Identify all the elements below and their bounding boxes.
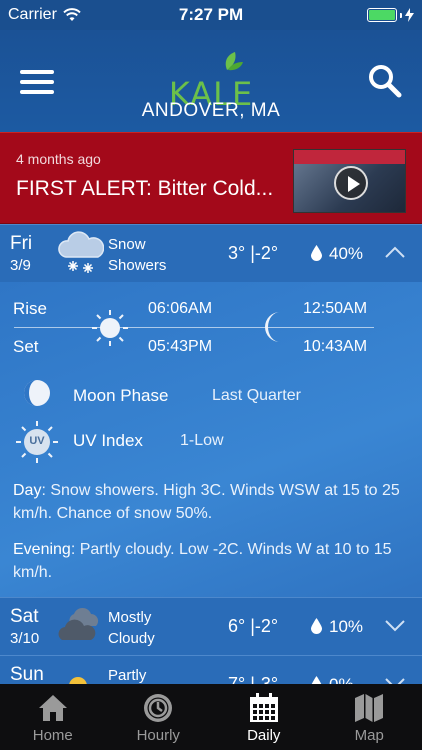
day-condition: Mostly Cloudy	[108, 609, 155, 647]
location-label: ANDOVER, MA	[141, 100, 281, 121]
day-condition: Snow Showers	[108, 236, 167, 274]
alert-title: FIRST ALERT: Bitter Cold...	[16, 177, 274, 200]
search-icon[interactable]	[368, 64, 402, 98]
day-temps: 6° |-2°	[228, 616, 279, 636]
tab-home[interactable]: Home	[0, 684, 106, 750]
tab-daily[interactable]: Daily	[211, 684, 317, 750]
moonset-time: 10:43AM	[303, 338, 368, 355]
set-label: Set	[13, 337, 39, 356]
chevron-up-icon[interactable]	[384, 245, 406, 259]
day-precip-chance: 40%	[329, 244, 364, 263]
day-condition: Partly	[108, 667, 147, 684]
tab-label: Map	[354, 727, 384, 744]
moon-phase-value: Last Quarter	[212, 387, 301, 404]
day-name: Sun	[10, 664, 44, 685]
clock-icon	[144, 694, 173, 722]
chevron-down-icon[interactable]	[384, 618, 406, 632]
tab-label: Daily	[247, 727, 281, 744]
tab-label: Hourly	[136, 727, 180, 744]
uv-icon: UV	[15, 420, 59, 464]
divider	[14, 327, 374, 328]
day-details-panel: Rise Set 06:06AM 05:43PM 12:50AM 10:43AM…	[0, 282, 422, 597]
raindrop-icon	[311, 618, 322, 634]
alert-banner[interactable]: 4 months ago FIRST ALERT: Bitter Cold...	[0, 132, 422, 224]
alert-age: 4 months ago	[16, 151, 101, 167]
day-name: Fri	[10, 233, 33, 254]
tab-hourly[interactable]: Hourly	[106, 684, 212, 750]
tab-label: Home	[32, 727, 73, 744]
evening-forecast-text: Evening: Partly cloudy. Low -2C. Winds W…	[13, 541, 392, 581]
map-icon	[355, 694, 384, 722]
raindrop-icon	[311, 245, 322, 261]
snow-showers-icon	[58, 231, 104, 273]
day-forecast-text: Day: Snow showers. High 3C. Winds WSW at…	[13, 482, 400, 522]
status-bar: Carrier 7:27 PM	[0, 0, 422, 30]
day-precip-chance: 10%	[329, 617, 364, 636]
alert-video-thumbnail[interactable]	[293, 149, 406, 213]
sunrise-time: 06:06AM	[148, 300, 213, 317]
uv-index-value: 1-Low	[180, 432, 224, 449]
rise-label: Rise	[13, 299, 48, 318]
moonrise-time: 12:50AM	[303, 300, 368, 317]
uv-badge-text: UV	[29, 435, 45, 447]
tab-bar: Home Hourly Daily Map	[0, 684, 422, 750]
moon-phase-icon	[24, 380, 50, 406]
day-row-sat[interactable]: Sat 3/10 Mostly Cloudy 6° |-2° 10%	[0, 597, 422, 655]
play-icon[interactable]	[334, 166, 368, 200]
uv-index-label: UV Index	[73, 431, 143, 450]
sunset-time: 05:43PM	[148, 338, 213, 355]
tab-map[interactable]: Map	[317, 684, 422, 750]
sun-icon	[92, 310, 128, 346]
moon-icon	[265, 312, 280, 342]
day-row-fri[interactable]: Fri 3/9 Snow Showers 3° |-2° 40%	[0, 224, 422, 282]
app-header: KALE ANDOVER, MA	[0, 30, 422, 132]
home-icon	[38, 695, 67, 721]
moon-phase-label: Moon Phase	[73, 386, 169, 405]
mostly-cloudy-icon	[58, 607, 99, 640]
day-date: 3/10	[10, 630, 40, 647]
day-date: 3/9	[10, 257, 31, 274]
day-name: Sat	[10, 606, 39, 627]
status-time: 7:27 PM	[178, 5, 244, 24]
calendar-icon	[249, 693, 278, 722]
day-temps: 3° |-2°	[228, 243, 279, 263]
